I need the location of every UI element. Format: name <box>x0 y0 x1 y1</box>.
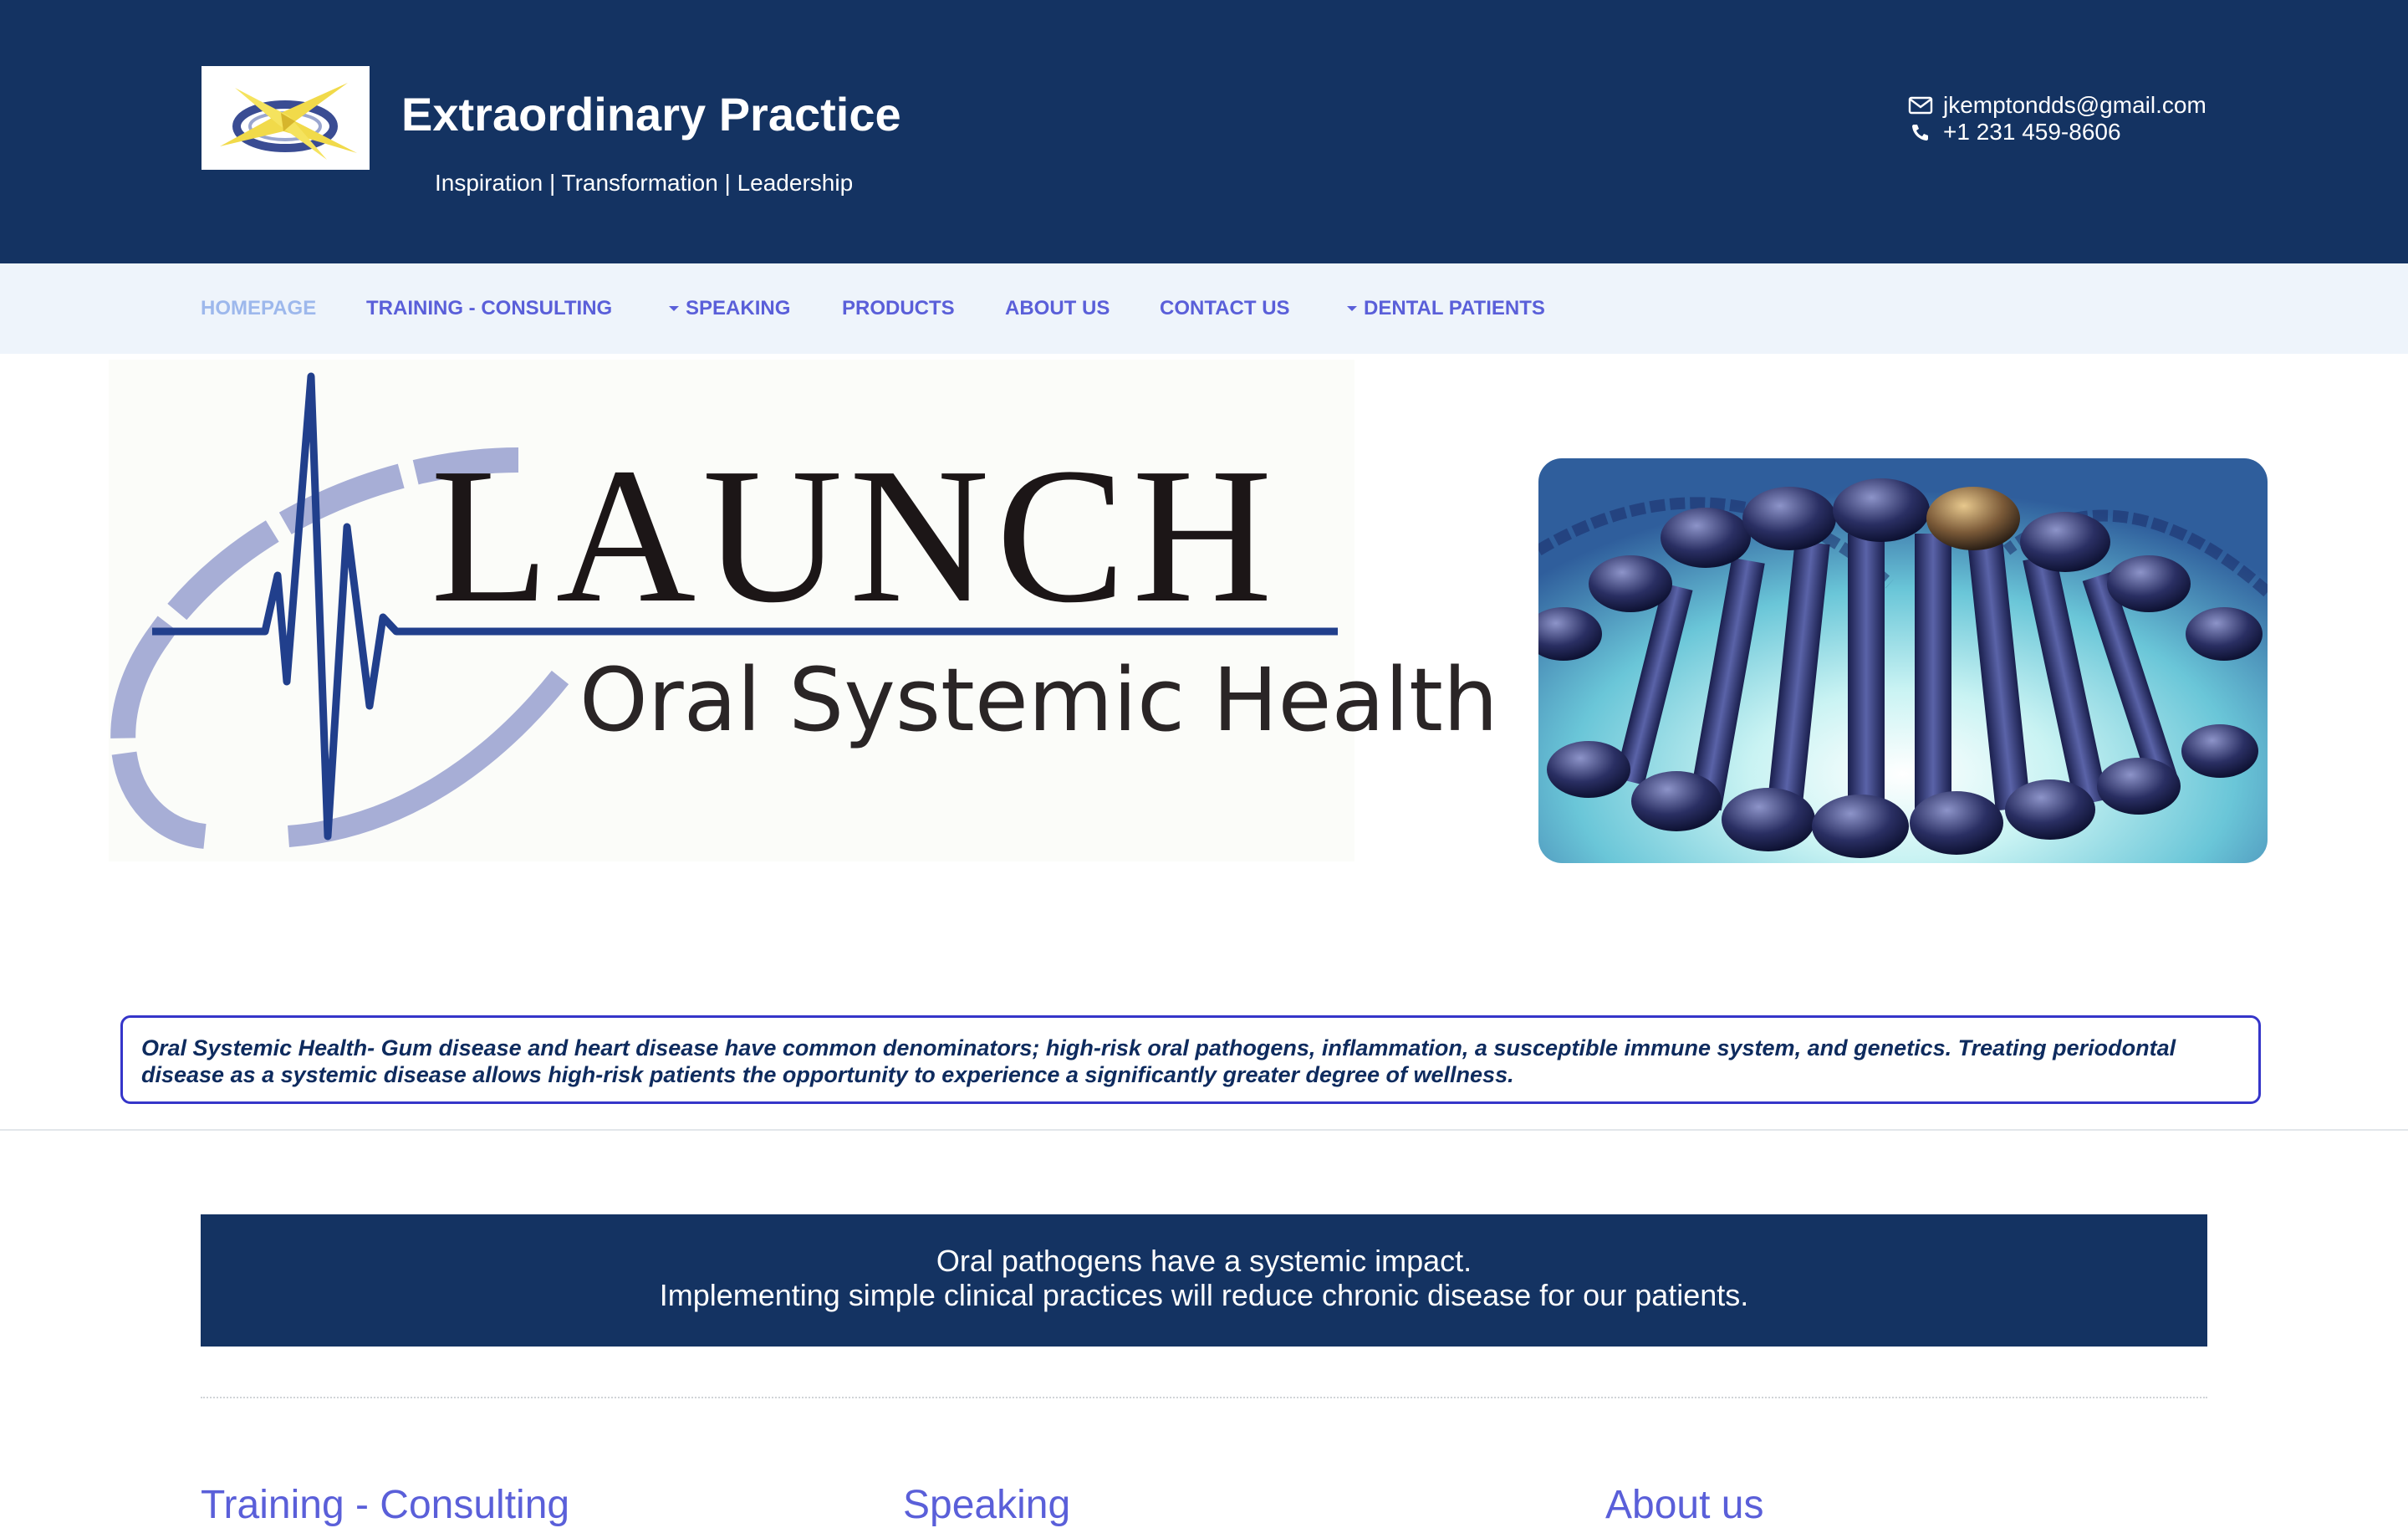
contact-info: jkemptondds@gmail.com +1 231 459-8606 <box>1908 92 2206 146</box>
banner-line-1: Oral pathogens have a systemic impact. <box>936 1244 1472 1278</box>
caret-down-icon <box>1347 306 1357 311</box>
phone-link[interactable]: +1 231 459-8606 <box>1943 119 2121 146</box>
site-logo[interactable] <box>202 66 370 170</box>
dotted-divider <box>201 1397 2207 1398</box>
nav-item-contact-us[interactable]: CONTACT US <box>1160 297 1290 320</box>
nav-item-label: DENTAL PATIENTS <box>1364 297 1545 319</box>
nav-item-training-consulting[interactable]: TRAINING - CONSULTING <box>366 297 612 320</box>
phone-icon <box>1912 125 1928 141</box>
nav-item-about-us[interactable]: ABOUT US <box>1005 297 1110 320</box>
intro-text-box: Oral Systemic Health- Gum disease and he… <box>120 1015 2261 1104</box>
caret-down-icon <box>669 306 679 311</box>
main-nav: HOMEPAGE TRAINING - CONSULTING SPEAKING … <box>0 263 2408 354</box>
site-title[interactable]: Extraordinary Practice <box>401 87 901 141</box>
site-tagline: Inspiration | Transformation | Leadershi… <box>435 170 854 196</box>
nav-item-dental-patients[interactable]: DENTAL PATIENTS <box>1347 297 1545 320</box>
phone-row[interactable]: +1 231 459-8606 <box>1908 119 2206 146</box>
nav-item-label: PRODUCTS <box>842 297 955 319</box>
nav-item-label: ABOUT US <box>1005 297 1110 319</box>
dna-helix-image <box>1538 458 2268 863</box>
section-divider <box>0 1129 2408 1131</box>
nav-item-homepage[interactable]: HOMEPAGE <box>201 297 316 320</box>
email-row[interactable]: jkemptondds@gmail.com <box>1908 92 2206 119</box>
nav-item-speaking[interactable]: SPEAKING <box>669 297 790 320</box>
systemic-impact-banner: Oral pathogens have a systemic impact. I… <box>201 1214 2207 1347</box>
nav-item-label: HOMEPAGE <box>201 297 317 319</box>
launch-subtitle: Oral Systemic Health <box>579 649 1498 751</box>
email-link[interactable]: jkemptondds@gmail.com <box>1943 92 2206 119</box>
dna-helix-icon <box>1538 458 2268 863</box>
nav-item-label: SPEAKING <box>686 297 791 319</box>
launch-title: LAUNCH <box>431 428 1279 643</box>
nav-item-label: TRAINING - CONSULTING <box>366 297 613 319</box>
banner-line-2: Implementing simple clinical practices w… <box>659 1278 1749 1312</box>
lightning-x-logo-icon <box>220 83 357 160</box>
nav-item-products[interactable]: PRODUCTS <box>842 297 955 320</box>
envelope-icon <box>1908 96 1933 115</box>
nav-item-label: CONTACT US <box>1160 297 1290 319</box>
launch-logo-image: LAUNCH Oral Systemic Health <box>109 360 1498 861</box>
site-header: Extraordinary Practice Inspiration | Tra… <box>0 0 2408 263</box>
